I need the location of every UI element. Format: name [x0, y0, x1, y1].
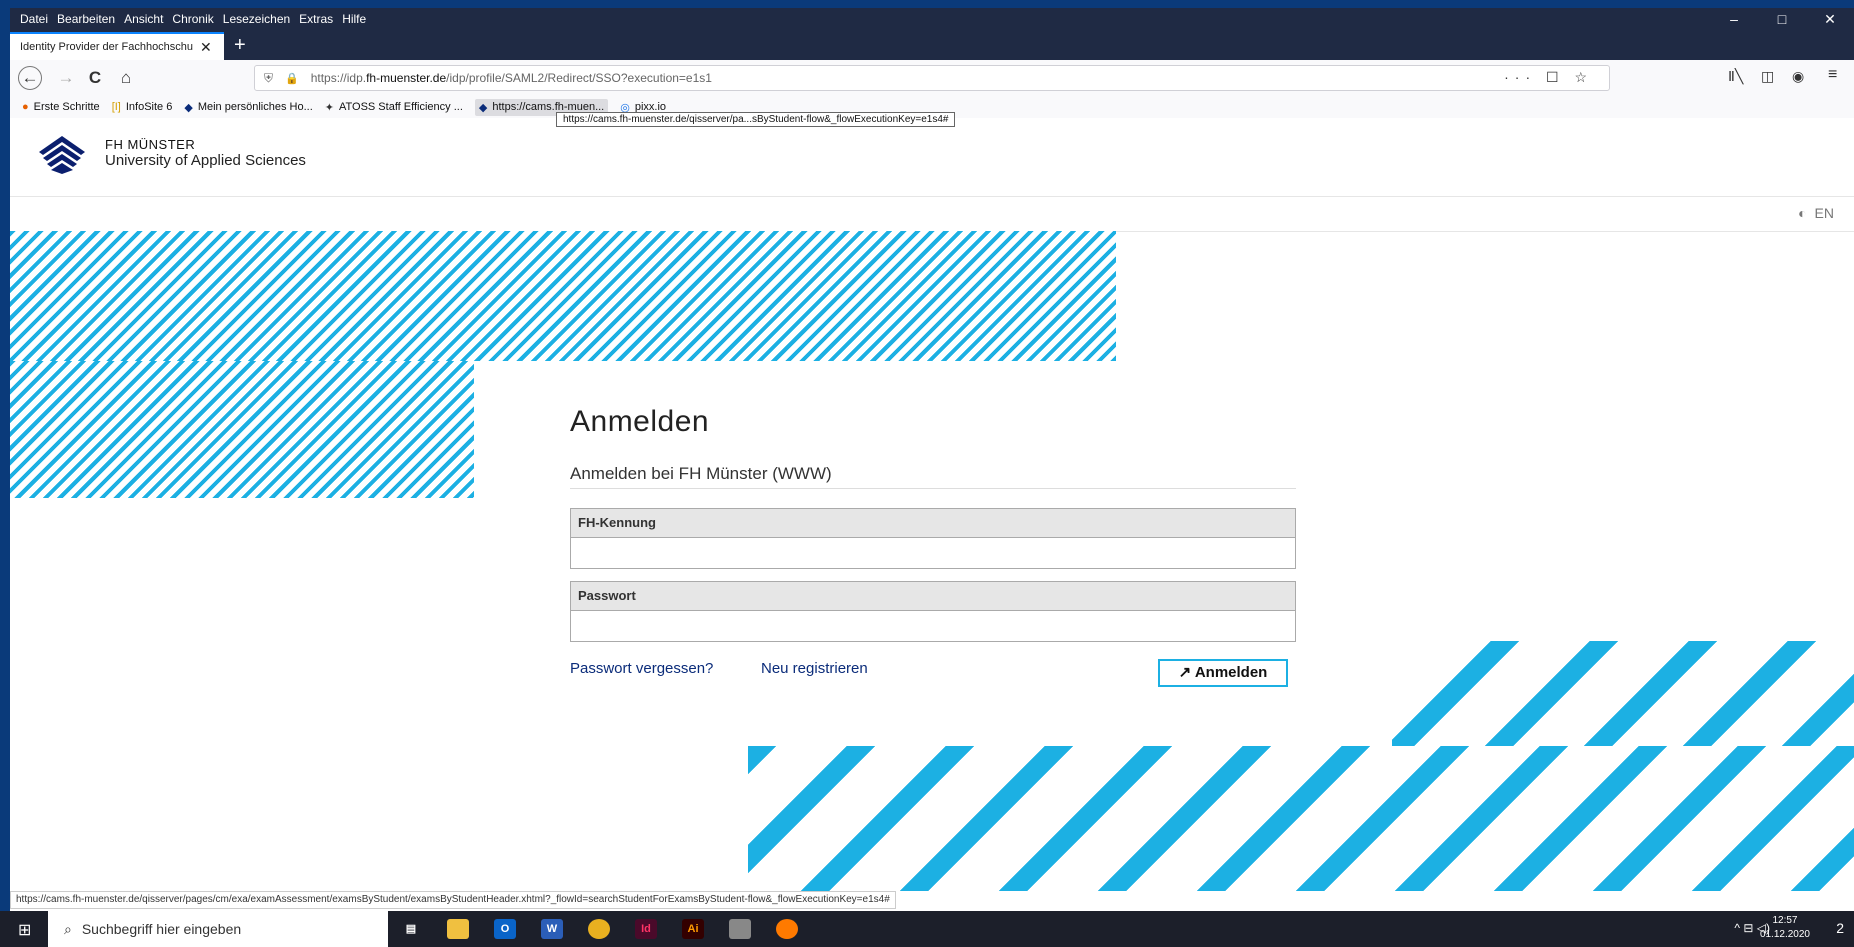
page-actions[interactable]: ··· ☐ ☆ — [1504, 69, 1593, 86]
page-header: FH MÜNSTER University of Applied Science… — [10, 118, 1854, 196]
app-icon[interactable] — [729, 919, 751, 939]
taskbar-search[interactable]: ⌕ Suchbegriff hier eingeben — [48, 911, 388, 947]
chrome-icon[interactable] — [588, 919, 610, 939]
sidebar-icon[interactable]: ◫ — [1761, 68, 1774, 85]
minimize-button[interactable]: – — [1710, 8, 1758, 30]
illustrator-icon[interactable]: Ai — [682, 919, 704, 939]
maximize-button[interactable]: □ — [1758, 8, 1806, 30]
atoss-icon: ✦ — [324, 101, 334, 114]
language-switch[interactable]: ◐ EN — [1798, 205, 1834, 221]
firefox-taskbar-icon[interactable] — [776, 919, 798, 939]
navigation-bar: ← → C ⌂ ⛨ 🔒 https://idp.fh-muenster.de/i… — [10, 60, 1854, 97]
reload-button[interactable]: C — [83, 66, 107, 90]
file-explorer-icon[interactable] — [447, 919, 469, 939]
menu-hilfe[interactable]: Hilfe — [342, 12, 366, 26]
stripe-pattern-left — [10, 361, 474, 498]
divider — [570, 488, 1296, 489]
close-window-button[interactable]: ✕ — [1806, 8, 1854, 30]
clock-time: 12:57 — [1772, 915, 1798, 926]
notification-icon[interactable]: 2 — [1836, 920, 1844, 936]
account-icon[interactable]: ◉ — [1792, 68, 1804, 85]
menu-ansicht[interactable]: Ansicht — [124, 12, 163, 26]
form-subtitle: Anmelden bei FH Münster (WWW) — [570, 464, 832, 483]
url-bar[interactable]: ⛨ 🔒 https://idp.fh-muenster.de/idp/profi… — [254, 65, 1610, 91]
language-label: EN — [1814, 205, 1834, 221]
new-tab-button[interactable]: + — [234, 32, 246, 58]
language-bar: ◐ EN — [10, 196, 1854, 232]
firefox-icon: ● — [22, 101, 29, 113]
globe-icon: ◐ — [1798, 205, 1807, 221]
menu-bar: Datei Bearbeiten Ansicht Chronik Lesezei… — [10, 8, 1854, 30]
window-controls: – □ ✕ — [1710, 8, 1854, 30]
forward-button[interactable]: → — [54, 66, 78, 90]
bookmark-tooltip: https://cams.fh-muenster.de/qisserver/pa… — [556, 112, 956, 127]
login-button[interactable]: ↗ Anmelden — [1158, 659, 1288, 687]
indesign-icon[interactable]: Id — [635, 919, 657, 939]
home-button[interactable]: ⌂ — [114, 66, 138, 90]
clock-date: 01.12.2020 — [1759, 929, 1810, 940]
fh-logo-icon[interactable] — [37, 134, 87, 174]
hamburger-menu-icon[interactable]: ≡ — [1828, 66, 1837, 84]
bookmark-erste-schritte[interactable]: ● Erste Schritte — [22, 101, 100, 113]
menu-lesezeichen[interactable]: Lesezeichen — [223, 12, 290, 26]
password-label: Passwort — [571, 582, 1295, 611]
back-button[interactable]: ← — [18, 66, 42, 90]
bookmark-infosite[interactable]: [I] InfoSite 6 — [112, 101, 173, 113]
username-label: FH-Kennung — [571, 509, 1295, 538]
clock[interactable]: 12:57 01.12.2020 — [1760, 914, 1810, 942]
register-link[interactable]: Neu registrieren — [761, 660, 868, 677]
search-placeholder: Suchbegriff hier eingeben — [81, 921, 242, 937]
taskbar: ⊞ ⌕ Suchbegriff hier eingeben ▤ O W Id A… — [0, 911, 1854, 947]
fh-logo-icon: ◆ — [184, 101, 193, 114]
tracking-shield-icon[interactable]: ⛨ — [264, 71, 273, 86]
menu-chronik[interactable]: Chronik — [172, 12, 213, 26]
task-view-icon[interactable]: ▤ — [400, 919, 422, 939]
username-field: FH-Kennung — [570, 508, 1296, 569]
username-input[interactable] — [571, 538, 1295, 568]
menu-bearbeiten[interactable]: Bearbeiten — [57, 12, 115, 26]
word-icon[interactable]: W — [541, 919, 563, 939]
page-title: Anmelden — [570, 405, 710, 438]
stripe-corner-mask — [1392, 641, 1452, 701]
library-icon[interactable]: Ⅱ╲ — [1728, 68, 1743, 85]
tab-bar: Identity Provider der Fachhochschu ✕ + — [10, 30, 1854, 60]
brand-name: FH MÜNSTER — [105, 137, 196, 152]
outlook-icon[interactable]: O — [494, 919, 516, 939]
infosite-icon: [I] — [111, 101, 121, 113]
close-tab-icon[interactable]: ✕ — [200, 39, 212, 56]
browser-window: Datei Bearbeiten Ansicht Chronik Lesezei… — [10, 8, 1854, 911]
menu-extras[interactable]: Extras — [299, 12, 333, 26]
stripe-pattern-bottom — [748, 746, 1854, 891]
stripe-pattern-top — [10, 231, 1116, 361]
password-field: Passwort — [570, 581, 1296, 642]
bookmark-mein-persoenliches[interactable]: ◆ Mein persönliches Ho... — [184, 101, 312, 114]
status-bar-url: https://cams.fh-muenster.de/qisserver/pa… — [10, 891, 896, 909]
fh-logo-icon: ◆ — [478, 101, 488, 114]
forgot-password-link[interactable]: Passwort vergessen? — [570, 660, 713, 677]
bookmark-atoss[interactable]: ✦ ATOSS Staff Efficiency ... — [325, 101, 463, 114]
stripe-pattern-right — [1392, 641, 1854, 746]
search-icon: ⌕ — [64, 920, 72, 937]
password-input[interactable] — [571, 611, 1295, 641]
url-text[interactable]: https://idp.fh-muenster.de/idp/profile/S… — [311, 71, 712, 85]
tab-title: Identity Provider der Fachhochschu — [20, 41, 194, 53]
menu-datei[interactable]: Datei — [20, 12, 48, 26]
windows-start-icon[interactable]: ⊞ — [18, 920, 31, 940]
lock-icon[interactable]: 🔒 — [285, 72, 299, 85]
tab-identity-provider[interactable]: Identity Provider der Fachhochschu ✕ — [10, 32, 224, 60]
brand-subtitle: University of Applied Sciences — [105, 152, 306, 169]
